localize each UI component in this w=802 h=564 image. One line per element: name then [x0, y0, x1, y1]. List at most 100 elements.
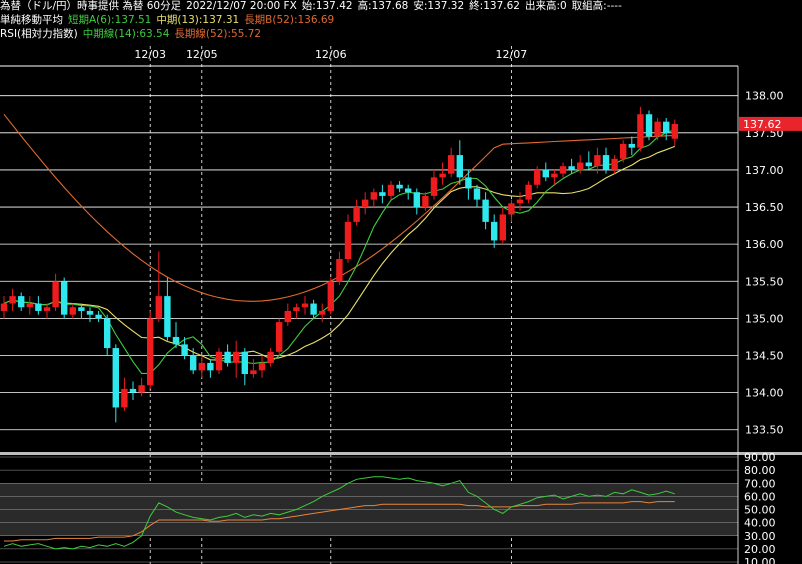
- candle-body: [577, 162, 584, 170]
- price-tick-label: 134.50: [745, 350, 784, 363]
- date-tick-label: 12/03: [134, 48, 166, 61]
- rsi-tick-label: 90.00: [744, 451, 776, 464]
- price-tick-label: 136.00: [745, 238, 784, 251]
- candle-body: [52, 281, 59, 308]
- candle-body: [95, 314, 102, 319]
- candle-body: [9, 296, 16, 304]
- rsi-tick-label: 80.00: [744, 464, 776, 477]
- candle-body: [276, 322, 283, 352]
- candle-body: [327, 281, 334, 311]
- candle-body: [422, 195, 429, 208]
- candle-body: [353, 207, 360, 222]
- candle-body: [559, 166, 567, 174]
- candle-body: [396, 184, 403, 189]
- candle-body: [413, 192, 420, 208]
- candle-body: [190, 355, 197, 371]
- candle-body: [663, 121, 670, 133]
- candle-body: [620, 143, 627, 159]
- date-tick-label: 12/05: [186, 48, 218, 61]
- candle-body: [439, 173, 446, 178]
- candle-body: [258, 362, 266, 371]
- candle-body: [594, 155, 601, 167]
- rsi-tick-label: 30.00: [744, 530, 776, 543]
- candle-body: [215, 351, 223, 371]
- price-tick-label: 135.50: [745, 275, 784, 288]
- candle-body: [319, 310, 326, 315]
- candle-body: [387, 184, 395, 196]
- candle-body: [138, 385, 145, 393]
- candle-body: [508, 203, 515, 215]
- candle-body: [267, 351, 274, 363]
- candle-body: [362, 199, 369, 208]
- candle-body: [0, 303, 8, 311]
- candle-body: [155, 296, 162, 319]
- candle-body: [525, 184, 532, 200]
- candle-body: [379, 192, 386, 196]
- candle-body: [568, 166, 575, 170]
- rsi-tick-label: 20.00: [744, 543, 776, 556]
- candle-body: [198, 362, 205, 371]
- candle-body: [250, 370, 257, 375]
- rsi-tick-label: 50.00: [744, 504, 776, 517]
- rsi-tick-label: 10.00: [744, 556, 776, 564]
- rsi-tick-label: 70.00: [744, 477, 776, 490]
- candle-body: [43, 307, 51, 311]
- candle-body: [69, 307, 76, 315]
- date-tick-label: 12/06: [315, 48, 347, 61]
- candle-body: [35, 303, 42, 311]
- chart-canvas[interactable]: 138.00137.50137.00136.50136.00135.50135.…: [0, 0, 802, 564]
- candle-body: [241, 351, 248, 375]
- candle-body: [534, 169, 541, 185]
- candle-body: [164, 296, 171, 337]
- last-price-label: 137.62: [743, 118, 782, 131]
- candle-body: [611, 158, 618, 170]
- candle-body: [654, 121, 661, 137]
- rsi-tick-label: 40.00: [744, 517, 776, 530]
- candle-body: [602, 155, 610, 170]
- price-tick-label: 135.00: [745, 312, 784, 325]
- candle-body: [336, 259, 343, 282]
- candle-body: [18, 296, 25, 308]
- price-tick-label: 136.50: [745, 201, 784, 214]
- candle-body: [448, 155, 455, 174]
- price-tick-label: 133.50: [745, 424, 784, 437]
- candle-body: [671, 123, 678, 139]
- candle-body: [465, 177, 472, 189]
- price-tick-label: 134.00: [745, 387, 784, 400]
- candle-body: [301, 303, 309, 308]
- candle-body: [542, 169, 549, 178]
- candle-body: [482, 199, 489, 222]
- candle-body: [172, 336, 180, 345]
- candle-body: [628, 143, 635, 148]
- candle-body: [233, 351, 240, 363]
- candle-body: [293, 307, 300, 311]
- candle-body: [104, 318, 111, 349]
- candle-body: [516, 199, 524, 204]
- candle-body: [430, 177, 438, 196]
- candle-body: [499, 214, 506, 241]
- candle-body: [405, 188, 412, 193]
- candle-body: [473, 188, 481, 200]
- candle-body: [491, 221, 498, 241]
- candle-body: [147, 318, 154, 386]
- candle-body: [310, 303, 317, 315]
- candle-body: [61, 281, 68, 315]
- candle-body: [121, 388, 128, 408]
- candle-body: [86, 310, 94, 315]
- candle-body: [551, 173, 558, 178]
- candle-body: [181, 344, 188, 356]
- candle-body: [78, 307, 85, 311]
- candle-body: [344, 221, 352, 259]
- candle-body: [129, 388, 137, 393]
- candle-body: [26, 303, 33, 308]
- candle-body: [224, 351, 231, 363]
- price-tick-label: 138.00: [745, 90, 784, 103]
- date-tick-label: 12/07: [496, 48, 528, 61]
- candle-body: [370, 192, 377, 200]
- candle-body: [207, 362, 214, 371]
- candle-body: [284, 310, 291, 323]
- candle-body: [645, 114, 653, 137]
- price-tick-label: 137.00: [745, 164, 784, 177]
- candle-body: [585, 162, 592, 167]
- rsi-tick-label: 60.00: [744, 490, 776, 503]
